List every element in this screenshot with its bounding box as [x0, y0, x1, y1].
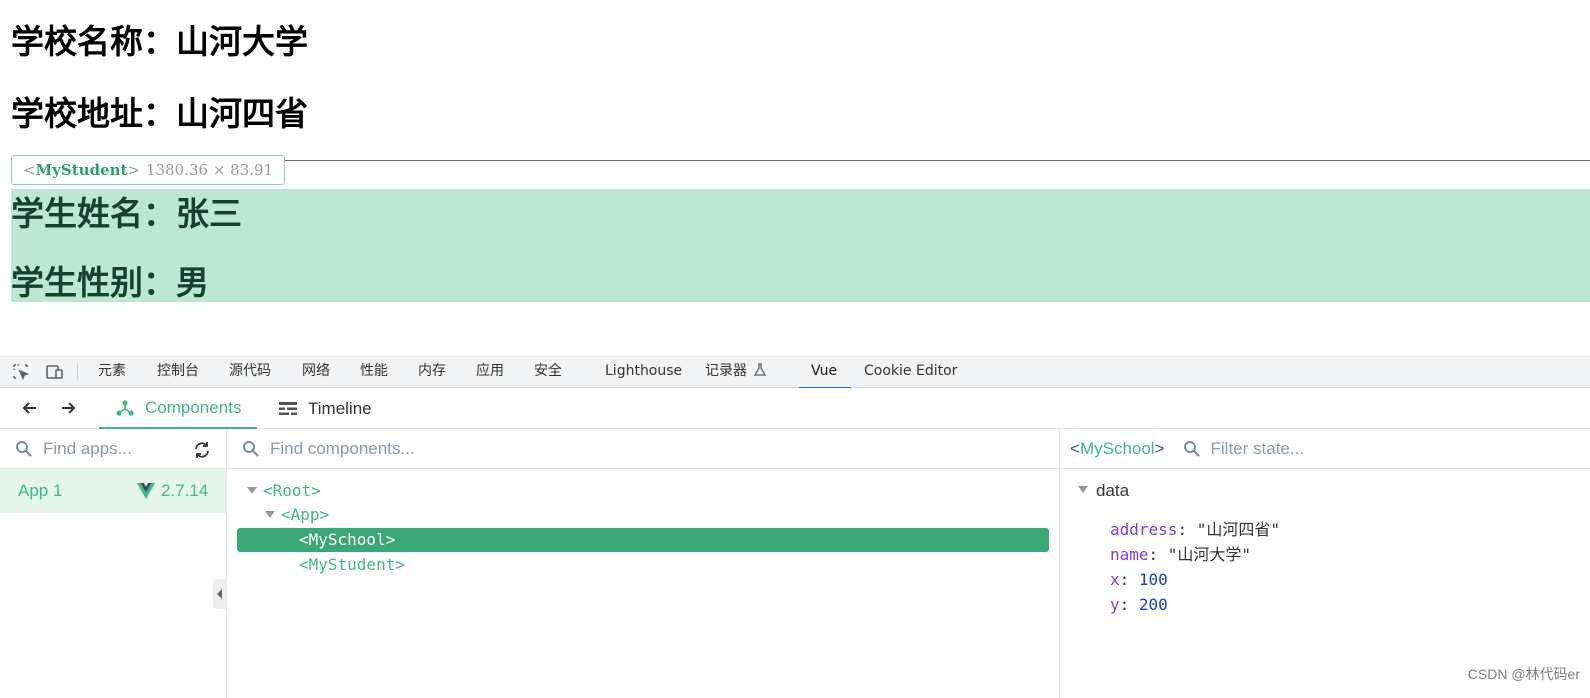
expand-triangle-icon[interactable]: [265, 511, 275, 518]
vue-devtools-header: Components Timeline: [0, 388, 1590, 429]
tree-node-myschool-selected[interactable]: <MySchool>: [237, 528, 1049, 552]
components-search-row: [227, 429, 1059, 469]
tab-elements[interactable]: 元素: [98, 355, 126, 388]
tab-network[interactable]: 网络: [302, 355, 330, 388]
tree-node-label: <Root>: [263, 481, 321, 500]
tab-recorder-label: 记录器: [705, 363, 747, 379]
prop-value: "山河大学": [1167, 545, 1252, 564]
tab-sources[interactable]: 源代码: [229, 355, 271, 388]
app-list-item[interactable]: App 1 2.7.14: [0, 469, 226, 513]
state-prop-x[interactable]: x: 100: [1110, 567, 1280, 592]
school-address-heading: 学校地址：山河四省: [11, 94, 308, 133]
tab-components[interactable]: Components: [99, 388, 258, 429]
tree-node-label: <App>: [281, 505, 330, 524]
search-icon: [243, 440, 259, 457]
refresh-icon[interactable]: [192, 440, 212, 460]
toolbar-divider: [77, 363, 78, 380]
apps-pane: App 1 2.7.14: [0, 429, 227, 698]
selected-close-bracket: >: [1154, 438, 1165, 458]
expand-triangle-icon[interactable]: [247, 487, 257, 494]
student-gender-heading: 学生性别：男: [11, 263, 209, 302]
selected-component-name: MySchool: [1079, 438, 1155, 458]
tab-components-label: Components: [145, 397, 242, 417]
collapse-triangle-icon[interactable]: [1078, 486, 1088, 493]
devtools-tab-bar: 元素 控制台 源代码 网络 性能 内存 应用 安全 Lighthouse 记录器…: [0, 355, 1590, 389]
state-inspector-header: <MySchool>: [1060, 429, 1590, 469]
search-icon: [1183, 440, 1200, 457]
state-prop-y[interactable]: y: 200: [1110, 592, 1280, 617]
timeline-icon: [279, 401, 297, 415]
watermark: CSDN @林代码er: [1467, 666, 1580, 682]
search-icon: [16, 440, 32, 457]
tab-memory[interactable]: 内存: [418, 355, 446, 388]
back-arrow-icon[interactable]: [20, 398, 40, 418]
components-icon: [116, 399, 134, 416]
prop-value: 200: [1138, 595, 1168, 614]
tab-timeline[interactable]: Timeline: [278, 388, 372, 429]
selected-open-bracket: <: [1070, 438, 1080, 458]
tab-timeline-label: Timeline: [308, 398, 372, 418]
tab-lighthouse[interactable]: Lighthouse: [605, 355, 682, 388]
prop-key: y: [1110, 595, 1120, 614]
selected-component-label: <MySchool>: [1070, 439, 1165, 459]
prop-key: name: [1110, 545, 1149, 564]
component-highlight-overlay: 学生姓名：张三 学生性别：男: [11, 189, 1590, 302]
forward-arrow-icon[interactable]: [58, 398, 78, 418]
tree-node-label: <MySchool>: [299, 530, 396, 549]
component-tree-pane: <Root> <App> <MySchool> <MyStudent>: [227, 429, 1060, 698]
prop-key: x: [1110, 570, 1120, 589]
state-prop-address[interactable]: address: "山河四省": [1110, 517, 1280, 542]
tree-node-app[interactable]: <App>: [265, 503, 329, 527]
prop-value: "山河四省": [1196, 520, 1280, 539]
tree-node-label: <MyStudent>: [299, 555, 405, 574]
tab-cookie-editor[interactable]: Cookie Editor: [864, 355, 957, 388]
data-section-label: data: [1096, 481, 1130, 500]
tooltip-dimensions: 1380.36 × 83.91: [146, 161, 274, 179]
tab-vue[interactable]: Vue: [798, 355, 852, 389]
tab-performance[interactable]: 性能: [360, 355, 388, 388]
tree-node-mystudent[interactable]: <MyStudent>: [299, 553, 405, 577]
inspect-element-icon[interactable]: [11, 362, 31, 382]
tab-console[interactable]: 控制台: [157, 355, 199, 388]
devtools-panel: 元素 控制台 源代码 网络 性能 内存 应用 安全 Lighthouse 记录器…: [0, 355, 1590, 698]
prop-key: address: [1110, 520, 1178, 539]
state-inspector-pane: <MySchool> data address: "山河四省" name: "山…: [1060, 429, 1590, 698]
vue-logo-icon: [137, 483, 155, 499]
vue-version: 2.7.14: [161, 481, 209, 500]
tab-recorder[interactable]: 记录器: [705, 355, 767, 388]
device-toolbar-icon[interactable]: [45, 362, 65, 382]
state-properties: address: "山河四省" name: "山河大学" x: 100 y: 2…: [1110, 517, 1280, 617]
filter-state-input[interactable]: [1210, 438, 1411, 459]
highlight-guide-line: [277, 160, 1590, 161]
student-name-heading: 学生姓名：张三: [11, 194, 242, 233]
tooltip-close-bracket: >: [127, 161, 141, 179]
tab-security[interactable]: 安全: [534, 355, 562, 388]
find-components-input[interactable]: [270, 438, 670, 459]
collapse-pane-handle[interactable]: [213, 579, 227, 609]
flask-icon: [753, 363, 767, 376]
prop-value: 100: [1138, 570, 1168, 589]
school-name-heading: 学校名称：山河大学: [11, 22, 308, 61]
app-name: App 1: [18, 481, 63, 500]
tab-application[interactable]: 应用: [476, 355, 504, 388]
state-prop-name[interactable]: name: "山河大学": [1110, 542, 1280, 567]
tooltip-component-name: MyStudent: [35, 161, 128, 179]
rendered-page: 学校名称：山河大学 学校地址：山河四省 <MyStudent> 1380.36 ×…: [0, 0, 1590, 358]
data-section-header[interactable]: data: [1078, 481, 1129, 501]
component-highlight-tooltip: <MyStudent> 1380.36 × 83.91: [11, 155, 286, 185]
find-apps-input[interactable]: [43, 438, 183, 459]
tree-node-root[interactable]: <Root>: [247, 479, 321, 503]
tooltip-open-bracket: <: [23, 161, 36, 179]
